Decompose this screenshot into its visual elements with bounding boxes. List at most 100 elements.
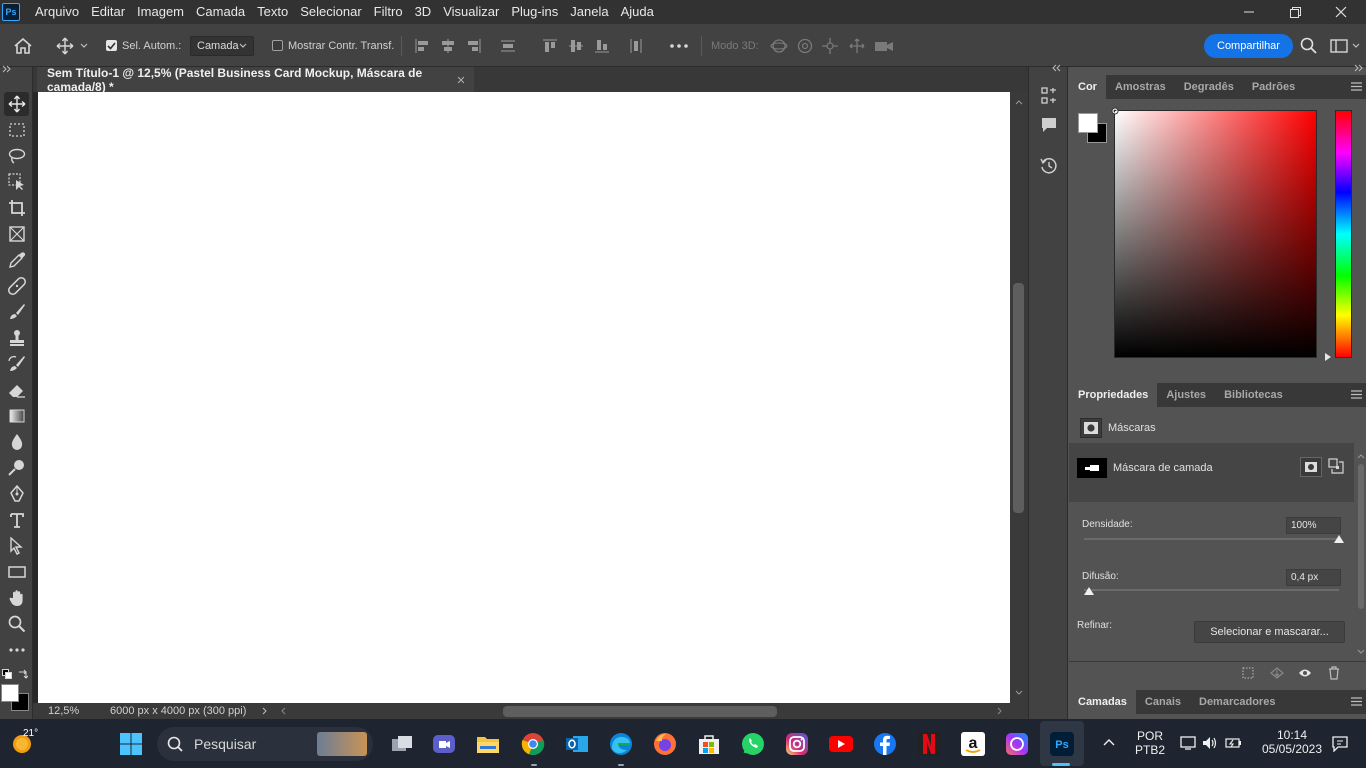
auto-select-target-dropdown[interactable]: Camada <box>190 35 254 56</box>
align-left-button[interactable] <box>414 24 430 67</box>
taskbar-search[interactable]: Pesquisar <box>157 727 373 761</box>
task-view-button[interactable] <box>389 731 415 757</box>
workspace-button[interactable] <box>1330 24 1360 67</box>
align-bottom-button[interactable] <box>594 24 610 67</box>
swap-colors-button[interactable] <box>18 669 28 679</box>
comments-dock-button[interactable] <box>1038 114 1060 136</box>
share-button[interactable]: Compartilhar <box>1204 33 1293 58</box>
feather-slider[interactable] <box>1084 589 1339 591</box>
clock[interactable]: 10:14 05/05/2023 <box>1254 728 1330 756</box>
object-selection-tool[interactable] <box>4 170 29 194</box>
firefox-button[interactable] <box>652 731 678 757</box>
show-transform-checkbox[interactable] <box>272 40 283 51</box>
close-tab-icon[interactable] <box>457 76 464 84</box>
tab-ajustes[interactable]: Ajustes <box>1157 383 1215 407</box>
type-tool[interactable] <box>4 508 29 532</box>
photoshop-taskbar-button[interactable]: Ps <box>1049 731 1075 757</box>
path-selection-tool[interactable] <box>4 534 29 558</box>
chevron-right-icon[interactable] <box>262 707 268 715</box>
crop-tool[interactable] <box>4 196 29 220</box>
facebook-button[interactable] <box>872 731 898 757</box>
microsoft-store-button[interactable] <box>696 731 722 757</box>
auto-select-toggle[interactable]: Sel. Autom.: <box>106 24 181 67</box>
load-selection-button[interactable] <box>1242 667 1254 679</box>
feather-field[interactable]: 0,4 px <box>1286 569 1341 586</box>
tab-padroes[interactable]: Padrões <box>1243 75 1304 99</box>
eraser-tool[interactable] <box>4 378 29 402</box>
select-and-mask-button[interactable]: Selecionar e mascarar... <box>1194 621 1345 643</box>
blur-tool[interactable] <box>4 430 29 454</box>
hue-slider[interactable] <box>1335 110 1352 358</box>
properties-scroll-thumb[interactable] <box>1358 464 1364 609</box>
horizontal-scroll-thumb[interactable] <box>503 706 777 717</box>
frame-tool[interactable] <box>4 222 29 246</box>
close-button[interactable] <box>1318 0 1364 24</box>
color-foreground-swatch[interactable] <box>1078 113 1098 133</box>
feather-slider-handle[interactable] <box>1084 587 1094 595</box>
tab-bibliotecas[interactable]: Bibliotecas <box>1215 383 1292 407</box>
menu-plugins[interactable]: Plug-ins <box>505 0 564 24</box>
restore-button[interactable] <box>1272 0 1318 24</box>
document-canvas[interactable] <box>38 92 1010 703</box>
foreground-color-swatch[interactable] <box>1 684 19 702</box>
amazon-button[interactable]: a <box>960 731 986 757</box>
tab-camadas[interactable]: Camadas <box>1069 690 1136 714</box>
marquee-tool[interactable] <box>4 118 29 142</box>
whatsapp-button[interactable] <box>740 731 766 757</box>
teams-chat-button[interactable] <box>431 731 457 757</box>
menu-arquivo[interactable]: Arquivo <box>29 0 85 24</box>
language-indicator[interactable]: POR PTB2 <box>1130 729 1170 757</box>
instagram-button[interactable] <box>784 731 810 757</box>
document-tab[interactable]: Sem Título-1 @ 12,5% (Pastel Business Ca… <box>37 66 474 94</box>
outlook-button[interactable] <box>564 731 590 757</box>
align-right-button[interactable] <box>466 24 482 67</box>
menu-selecionar[interactable]: Selecionar <box>294 0 367 24</box>
history-dock-button[interactable] <box>1038 155 1060 177</box>
collapse-toolbar-button[interactable] <box>2 65 12 73</box>
menu-editar[interactable]: Editar <box>85 0 131 24</box>
network-button[interactable] <box>1180 736 1196 750</box>
density-slider[interactable] <box>1084 538 1339 540</box>
tab-degrades[interactable]: Degradês <box>1175 75 1243 99</box>
saturation-brightness-field[interactable] <box>1111 107 1317 358</box>
minimize-button[interactable] <box>1226 0 1272 24</box>
messenger-button[interactable] <box>1004 731 1030 757</box>
scale-3d-button[interactable] <box>874 24 894 67</box>
collapse-panels-button[interactable] <box>1354 64 1364 72</box>
edit-toolbar-button[interactable] <box>4 638 29 662</box>
properties-scrollbar[interactable] <box>1357 453 1365 658</box>
pan-3d-button[interactable] <box>822 24 838 67</box>
distribute-horizontal-button[interactable] <box>628 24 644 67</box>
clone-stamp-tool[interactable] <box>4 326 29 350</box>
tab-demarcadores[interactable]: Demarcadores <box>1190 690 1284 714</box>
brush-tool[interactable] <box>4 300 29 324</box>
orbit-3d-button[interactable] <box>770 24 788 67</box>
vector-mask-button[interactable] <box>1328 458 1344 474</box>
start-button[interactable] <box>118 731 144 757</box>
zoom-tool[interactable] <box>4 612 29 636</box>
youtube-button[interactable] <box>828 731 854 757</box>
show-transform-toggle[interactable]: Mostrar Contr. Transf. <box>272 24 394 67</box>
align-middle-button[interactable] <box>568 24 584 67</box>
menu-3d[interactable]: 3D <box>409 0 438 24</box>
align-center-h-button[interactable] <box>440 24 456 67</box>
edge-button[interactable] <box>608 731 634 757</box>
tab-amostras[interactable]: Amostras <box>1106 75 1175 99</box>
show-hidden-icons-button[interactable] <box>1103 738 1115 746</box>
menu-ajuda[interactable]: Ajuda <box>615 0 660 24</box>
tab-propriedades[interactable]: Propriedades <box>1069 383 1158 407</box>
history-brush-tool[interactable] <box>4 352 29 376</box>
color-panel-menu[interactable] <box>1351 82 1362 91</box>
scroll-right-icon[interactable] <box>997 707 1003 715</box>
collapse-dock-button[interactable] <box>1052 64 1062 72</box>
gradient-tool[interactable] <box>4 404 29 428</box>
pixel-mask-button[interactable] <box>1300 457 1322 477</box>
slide-3d-button[interactable] <box>848 24 866 67</box>
home-button[interactable] <box>14 24 32 67</box>
mask-thumbnail[interactable] <box>1077 458 1107 478</box>
default-colors-button[interactable] <box>2 669 12 679</box>
move-tool[interactable] <box>4 92 29 116</box>
rectangle-tool[interactable] <box>4 560 29 584</box>
auto-select-checkbox[interactable] <box>106 40 117 51</box>
menu-imagem[interactable]: Imagem <box>131 0 190 24</box>
